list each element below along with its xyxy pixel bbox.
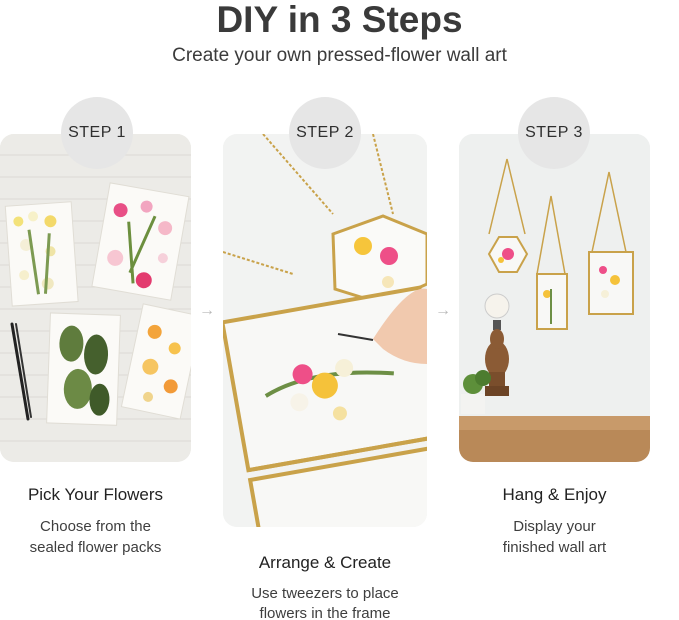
step-3-description-line-1: Display your — [513, 518, 596, 535]
step-2-heading: Arrange & Create — [258, 553, 392, 572]
step-2-image — [223, 134, 427, 527]
step-3-badge: STEP 3 — [518, 97, 590, 169]
page-subtitle: Create your own pressed-flower wall art — [172, 45, 507, 66]
arrange-frame-illustration — [223, 134, 427, 527]
step-2-description-line-1: Use tweezers to place — [251, 585, 399, 602]
step-3-image — [459, 134, 650, 462]
arrow-icon: → — [199, 302, 215, 319]
step-3-description-line-2: finished wall art — [502, 539, 607, 556]
step-1-description-line-1: Choose from the — [40, 518, 151, 535]
step-1-image — [0, 134, 191, 462]
step-1-badge: STEP 1 — [61, 97, 133, 169]
step-2-description-line-2: flowers in the frame — [259, 605, 391, 620]
step-1-description-line-2: sealed flower packs — [29, 539, 162, 556]
step-1-heading: Pick Your Flowers — [27, 485, 164, 504]
diy-steps-infographic: DIY in 3 Steps Create your own pressed-f… — [0, 0, 679, 620]
step-3-heading: Hang & Enjoy — [502, 485, 607, 504]
page-title: DIY in 3 Steps — [216, 0, 463, 40]
arrow-icon: → — [435, 302, 451, 319]
hanging-frames-illustration — [459, 134, 650, 462]
flower-packs-illustration — [0, 134, 191, 462]
step-2-badge: STEP 2 — [289, 97, 361, 169]
